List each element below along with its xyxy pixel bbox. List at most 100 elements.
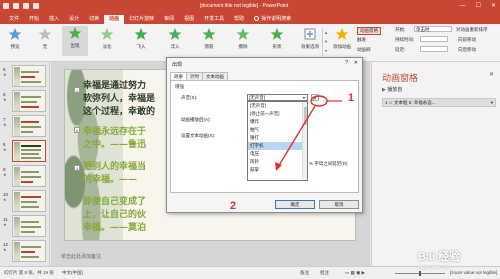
title-bar: [document title not legible] - PowerPoin… <box>0 0 500 13</box>
fade-star-icon <box>100 28 114 40</box>
animation-tag[interactable]: 1 <box>74 87 80 93</box>
effect-appear-label: 出现 <box>70 43 80 48</box>
thumb-number: 11 ★ <box>3 217 8 227</box>
effect-fly-in[interactable]: 飞入 <box>128 27 154 50</box>
help-icon[interactable]: ? <box>345 60 348 66</box>
tab-home[interactable]: 开始 <box>24 15 44 24</box>
speaker-icon[interactable]: 🔈 <box>311 94 319 101</box>
language-indicator[interactable]: 中文(中国) <box>62 270 83 276</box>
animation-pane-close-icon[interactable]: ✕ <box>489 71 494 78</box>
view-buttons[interactable]: ▭ ▦ ▣ ▶ <box>345 270 365 276</box>
sound-option[interactable]: [无声音] <box>248 102 307 110</box>
chevron-down-icon[interactable]: ▾ <box>301 95 307 100</box>
tell-me-search[interactable]: 操作说明搜索 <box>249 15 296 24</box>
effect-options-button[interactable]: 效果选项 <box>298 27 322 50</box>
undo-icon[interactable] <box>13 3 19 9</box>
start-select[interactable]: 单击时 <box>414 26 452 32</box>
sound-option[interactable]: 抽气 <box>248 126 307 134</box>
move-later-button[interactable]: 向后移动 <box>458 47 476 53</box>
zoom-level[interactable]: [zoom value not legible] <box>450 270 497 275</box>
zoom-slider-knob[interactable] <box>419 271 421 276</box>
sound-select-value: [无声音] <box>249 95 266 100</box>
comments-toggle[interactable]: 批注 <box>320 270 329 276</box>
shape-star-icon <box>270 28 284 40</box>
animation-list-item[interactable]: 1 ☆ 文本框 5: 幸福永远... ▾ <box>382 98 496 107</box>
slide-thumbnail[interactable] <box>12 165 46 187</box>
tab-animations[interactable]: 动画 <box>104 15 125 24</box>
animation-tag[interactable]: 0 <box>74 127 80 133</box>
trigger-button[interactable]: 触发 <box>357 37 366 43</box>
sound-dropdown-list[interactable]: [无声音] [停止前一声音] 爆炸 抽气 锤打 打字机 电压 风铃 鼓掌 <box>247 101 308 181</box>
tab-insert[interactable]: 插入 <box>44 15 64 24</box>
slide-text-line: 把别人的幸福当 <box>83 162 147 172</box>
redo-icon[interactable] <box>23 3 29 9</box>
tab-review[interactable]: 审阅 <box>159 15 179 24</box>
effect-none[interactable]: 无 <box>32 27 58 50</box>
preview-star-icon <box>8 28 22 40</box>
zoom-slider[interactable] <box>395 271 445 276</box>
list-scrollbar[interactable] <box>302 102 307 180</box>
effect-float-in[interactable]: 浮入 <box>162 27 188 50</box>
preview-button[interactable]: 预览 <box>2 27 28 50</box>
sound-option[interactable]: [停止前一声音] <box>248 110 307 118</box>
gallery-scroll[interactable]: ▲ ▼ ▾ <box>322 28 329 56</box>
sound-option[interactable]: 电压 <box>248 150 307 158</box>
chevron-down-icon[interactable]: ▾ <box>491 99 493 106</box>
animation-pane-button[interactable]: 动画窗格 <box>357 27 381 35</box>
close-button[interactable]: ✕ <box>491 3 496 9</box>
animation-pane: 动画窗格 ✕ ▶ 播放自 1 ☆ 文本框 5: 幸福永远... ▾ <box>371 62 500 266</box>
tab-design[interactable]: 设计 <box>64 15 84 24</box>
slide-thumbnail[interactable] <box>12 90 46 112</box>
minimize-button[interactable]: — <box>460 3 466 9</box>
ok-button[interactable]: 确定 <box>275 200 315 209</box>
effect-wipe-label: 擦除 <box>238 44 248 49</box>
add-animation-button[interactable]: 添加动画 <box>330 27 354 50</box>
sound-option[interactable]: 锤打 <box>248 134 307 142</box>
dialog-close-icon[interactable]: ✕ <box>354 60 358 66</box>
present-icon[interactable] <box>33 3 39 9</box>
sound-option[interactable]: 鼓掌 <box>248 166 307 174</box>
slide-thumbnail[interactable] <box>12 115 46 137</box>
tab-view[interactable]: 视图 <box>179 15 199 24</box>
tab-slideshow[interactable]: 幻灯片放映 <box>124 15 159 24</box>
move-earlier-button[interactable]: 向前移动 <box>458 37 476 43</box>
slide-thumbnail[interactable] <box>12 240 46 262</box>
sound-option[interactable]: 爆炸 <box>248 118 307 126</box>
tab-file[interactable]: 文件 <box>4 15 24 24</box>
notes-placeholder[interactable]: 单击此处添加备注 <box>61 253 101 260</box>
animation-painter-button[interactable]: 动画刷 <box>357 47 371 53</box>
maximize-button[interactable]: ☐ <box>476 3 481 9</box>
slide-thumbnail[interactable] <box>12 215 46 237</box>
cancel-button[interactable]: 取消 <box>319 200 359 209</box>
animate-text-label: 设置文本动画(X): <box>181 133 216 138</box>
tab-help[interactable]: 帮助 <box>229 15 249 24</box>
baidu-watermark: Bai 经验 jingyan.baidu.com <box>418 248 460 269</box>
save-icon[interactable] <box>3 3 9 9</box>
add-animation-label: 添加动画 <box>333 44 351 49</box>
effect-shape[interactable]: 形状 <box>264 27 290 50</box>
watermark-text: Bai 经验 <box>418 251 461 263</box>
animation-tag[interactable]: 3 <box>74 165 80 171</box>
thumb-number: 9 ★ <box>3 167 7 177</box>
sound-select[interactable]: [无声音] ▾ <box>247 94 308 101</box>
play-from-button[interactable]: ▶ 播放自 <box>382 86 402 93</box>
duration-input[interactable] <box>420 36 448 42</box>
sound-option[interactable]: 风铃 <box>248 158 307 166</box>
tab-transitions[interactable]: 切换 <box>84 15 104 24</box>
list-scrollbar-thumb[interactable] <box>304 107 307 125</box>
notes-toggle[interactable]: 备注 <box>300 270 309 276</box>
slide-thumbnail-active[interactable] <box>12 140 46 162</box>
tab-developer[interactable]: 开发工具 <box>199 15 229 24</box>
animation-item-label: 1 ☆ 文本框 5: 幸福永远... <box>385 100 436 105</box>
effect-split[interactable]: 劈裂 <box>196 27 222 50</box>
slide-thumbnail[interactable] <box>12 190 46 212</box>
effect-appear[interactable]: 出现 <box>62 26 88 56</box>
window-controls: — ☐ ✕ <box>460 3 496 9</box>
delay-input[interactable] <box>420 46 448 52</box>
letter-delay-label: % 字母之间延迟(D) <box>309 161 348 166</box>
sound-option-selected[interactable]: 打字机 <box>248 142 307 150</box>
effect-fade[interactable]: 淡化 <box>94 27 120 50</box>
slide-thumbnail[interactable] <box>12 65 46 87</box>
effect-wipe[interactable]: 擦除 <box>230 27 256 50</box>
effect-none-label: 无 <box>42 44 48 49</box>
